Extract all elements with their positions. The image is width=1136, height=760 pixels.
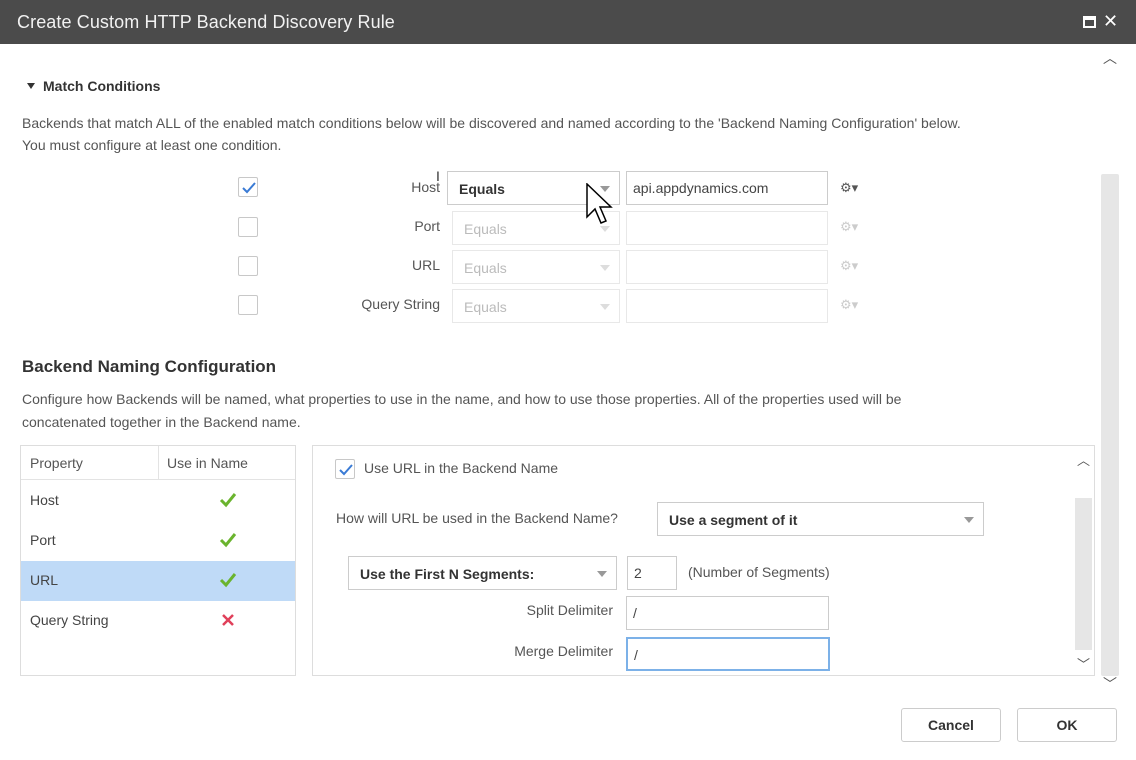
use-url-checkbox[interactable] [335, 459, 355, 479]
green-check-icon [219, 573, 237, 588]
port-gear-icon[interactable]: ⚙▾ [840, 219, 858, 235]
host-condition-checkbox[interactable] [238, 177, 258, 197]
scroll-up-icon[interactable]: ︿ [1077, 450, 1090, 469]
scroll-up-icon[interactable]: ︿ [1103, 48, 1117, 68]
green-check-icon [219, 533, 237, 548]
scroll-down-icon[interactable]: ﹀ [1077, 654, 1090, 673]
merge-delimiter-input[interactable]: / [626, 637, 830, 671]
condition-label-url: URL [411, 257, 440, 273]
property-table: Property Use in Name Host Port URL Query… [20, 445, 296, 676]
segment-count-hint: (Number of Segments) [688, 564, 830, 580]
table-row-host[interactable]: Host [21, 481, 295, 521]
cancel-button[interactable]: Cancel [901, 708, 1001, 742]
how-used-label: How will URL be used in the Backend Name… [336, 510, 618, 526]
table-row-port[interactable]: Port [21, 521, 295, 561]
text-cursor-icon: I [436, 168, 440, 184]
mouse-pointer-icon [586, 183, 613, 224]
red-cross-icon [222, 614, 234, 626]
condition-label-port: Port [414, 218, 440, 234]
maximize-icon[interactable] [1083, 16, 1096, 28]
port-condition-checkbox[interactable] [238, 217, 258, 237]
naming-description-line1: Configure how Backends will be named, wh… [22, 391, 902, 407]
scrollbar-thumb[interactable] [1075, 498, 1092, 650]
match-description-line1: Backends that match ALL of the enabled m… [22, 115, 961, 131]
title-bar: Create Custom HTTP Backend Discovery Rul… [0, 0, 1136, 44]
use-url-label: Use URL in the Backend Name [364, 460, 559, 476]
naming-description-line2: concatenated together in the Backend nam… [22, 414, 301, 430]
url-operator-select[interactable]: Equals [452, 250, 620, 284]
url-value-input[interactable] [626, 250, 828, 284]
dialog-scrollbar[interactable]: ︿ ﹀ [1099, 48, 1123, 693]
segment-count-input[interactable]: 2 [627, 556, 677, 590]
property-name: Host [30, 492, 59, 508]
property-name: Port [30, 532, 56, 548]
scroll-down-icon[interactable]: ﹀ [1103, 674, 1117, 694]
property-name: Query String [30, 612, 109, 628]
window-title: Create Custom HTTP Backend Discovery Rul… [17, 12, 395, 32]
table-row-url[interactable]: URL [21, 561, 295, 601]
condition-label-host: Host [411, 179, 440, 195]
query-string-gear-icon[interactable]: ⚙▾ [840, 297, 858, 313]
collapse-triangle-icon[interactable] [27, 83, 35, 89]
column-header-use-in-name[interactable]: Use in Name [167, 455, 248, 471]
property-name: URL [30, 572, 59, 588]
config-scrollbar[interactable]: ︿ ﹀ [1073, 446, 1095, 675]
port-value-input[interactable] [626, 211, 828, 245]
url-config-panel: Use URL in the Backend Name How will URL… [312, 445, 1095, 676]
query-string-condition-checkbox[interactable] [238, 295, 258, 315]
close-icon[interactable]: ✕ [1103, 11, 1118, 31]
url-gear-icon[interactable]: ⚙▾ [840, 258, 858, 274]
backend-naming-header: Backend Naming Configuration [22, 357, 277, 376]
scrollbar-thumb[interactable] [1101, 174, 1119, 676]
chevron-down-icon [964, 517, 974, 523]
table-row-query-string[interactable]: Query String [21, 601, 295, 641]
checkmark-icon [242, 182, 256, 194]
chevron-down-icon [600, 304, 610, 310]
property-table-header: Property Use in Name [21, 446, 295, 480]
split-delimiter-label: Split Delimiter [526, 602, 613, 618]
url-usage-select[interactable]: Use a segment of it [657, 502, 984, 536]
chevron-down-icon [597, 571, 607, 577]
host-gear-icon[interactable]: ⚙▾ [840, 180, 858, 196]
host-value-input[interactable]: api.appdynamics.com [626, 171, 828, 205]
column-header-property[interactable]: Property [30, 455, 83, 471]
split-delimiter-input[interactable]: / [626, 596, 829, 630]
checkmark-icon [339, 464, 353, 476]
chevron-down-icon [600, 265, 610, 271]
green-check-icon [219, 493, 237, 508]
condition-label-query-string: Query String [361, 296, 440, 312]
ok-button[interactable]: OK [1017, 708, 1117, 742]
query-string-operator-select[interactable]: Equals [452, 289, 620, 323]
url-condition-checkbox[interactable] [238, 256, 258, 276]
query-string-value-input[interactable] [626, 289, 828, 323]
segment-mode-select[interactable]: Use the First N Segments: [348, 556, 617, 590]
match-description-line2: You must configure at least one conditio… [22, 137, 282, 153]
merge-delimiter-label: Merge Delimiter [514, 643, 613, 659]
match-conditions-header[interactable]: Match Conditions [27, 78, 160, 94]
